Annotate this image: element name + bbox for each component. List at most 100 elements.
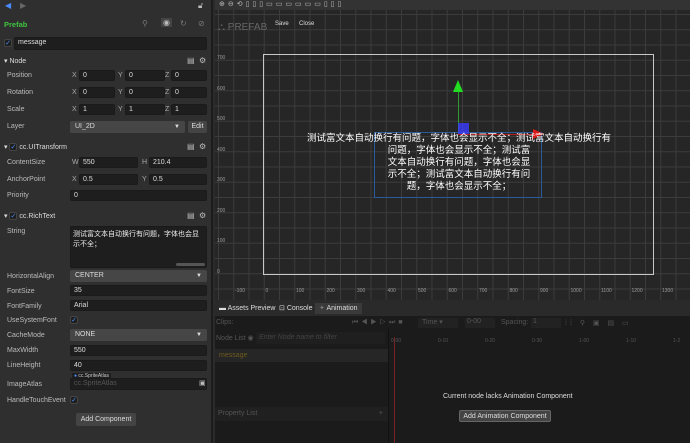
- image-atlas-field[interactable]: cc.SpriteAtlas: [70, 378, 207, 390]
- add-animation-component-button[interactable]: Add Animation Component: [459, 410, 551, 422]
- width-input[interactable]: 550: [79, 157, 138, 168]
- scene-view[interactable]: ⛬ PREFAB Save Close 700 600 500 400 300 200 10…: [215, 10, 690, 300]
- uitransform-header[interactable]: ▾ ✓ cc.UITransform: [4, 143, 67, 152]
- position-z-input[interactable]: 0: [171, 70, 207, 81]
- zoom-align-tools-icon[interactable]: ⊕⊖⟲▯▯▯▭▭▭▭▭▭▯▯▯: [219, 0, 344, 8]
- anchor-x-input[interactable]: 0.5: [79, 174, 138, 185]
- max-width-input[interactable]: 550: [70, 345, 207, 356]
- anchor-y-input[interactable]: 0.5: [149, 174, 207, 185]
- apply-icon[interactable]: ⊘: [198, 19, 205, 28]
- x-tick-label: 200: [326, 288, 335, 294]
- x-tick-label: 400: [387, 288, 396, 294]
- y-axis-arrow-icon[interactable]: [453, 80, 463, 92]
- animation-tools-icon[interactable]: ⁞⁞ ⚲ ▣ ▤ ▭: [565, 319, 632, 327]
- priority-input[interactable]: 0: [70, 190, 207, 201]
- gear-icon[interactable]: ⚙: [199, 56, 206, 65]
- node-section-header[interactable]: ▾ Node: [4, 57, 26, 65]
- x-tick-label: 1300: [662, 288, 674, 294]
- uitransform-enabled-checkbox[interactable]: ✓: [9, 143, 18, 152]
- close-button[interactable]: Close: [299, 21, 314, 27]
- x-tick-label: 800: [509, 288, 518, 294]
- tab-animation[interactable]: ✦ Animation: [315, 303, 362, 314]
- playback-controls-icon[interactable]: ⏮◀▶▷⏭■: [352, 319, 406, 327]
- position-y-input[interactable]: 0: [125, 70, 165, 81]
- rotation-z-input[interactable]: 0: [171, 87, 207, 98]
- cache-mode-select[interactable]: NONE ▼: [70, 329, 207, 341]
- node-name-input[interactable]: message: [14, 37, 207, 50]
- height-input[interactable]: 210.4: [149, 157, 207, 168]
- x-tick-label: 0: [265, 288, 269, 294]
- scale-z-input[interactable]: 1: [171, 104, 207, 115]
- font-size-input[interactable]: 35: [70, 285, 207, 296]
- richtext-header[interactable]: ▾ ✓ cc.RichText: [4, 212, 55, 221]
- node-active-checkbox[interactable]: ✓: [4, 39, 12, 47]
- x-tick-label: -100: [235, 288, 246, 294]
- priority-label: Priority: [7, 192, 29, 199]
- richtext-enabled-checkbox[interactable]: ✓: [9, 212, 18, 221]
- asset-picker-icon[interactable]: ▣: [199, 379, 206, 387]
- rotation-x-input[interactable]: 0: [79, 87, 115, 98]
- timeline-tick-label: 0-30: [532, 338, 543, 344]
- unlink-icon[interactable]: ⚲: [142, 19, 148, 28]
- gear-icon[interactable]: ⚙: [199, 142, 206, 151]
- playhead[interactable]: [394, 337, 395, 443]
- revert-icon[interactable]: ↻: [180, 19, 187, 28]
- use-system-font-checkbox[interactable]: ✓: [70, 316, 78, 324]
- rotation-y-input[interactable]: 0: [125, 87, 165, 98]
- node-list-item[interactable]: message: [215, 349, 388, 362]
- halign-value: CENTER: [75, 272, 104, 279]
- halign-label: HorizontalAlign: [7, 273, 55, 280]
- rotation-label: Rotation: [7, 89, 34, 96]
- spacing-label: Spacing:: [501, 319, 529, 326]
- axis-x-label: X: [72, 89, 77, 96]
- position-x-input[interactable]: 0: [79, 70, 115, 81]
- position-label: Position: [7, 72, 32, 79]
- doc-icon[interactable]: ▤: [187, 56, 195, 65]
- string-textarea[interactable]: 测试富文本自动换行有问题，字体也会显示不全；: [70, 226, 207, 268]
- halign-select[interactable]: CENTER ▼: [70, 270, 207, 282]
- x-tick-label: 900: [540, 288, 549, 294]
- node-filter-input[interactable]: Enter Node name to filter: [256, 332, 385, 344]
- back-arrow-icon[interactable]: ◀: [5, 1, 11, 10]
- spacing-input[interactable]: 1: [531, 318, 561, 328]
- y-tick-label: 400: [217, 146, 226, 153]
- x-tick-label: 600: [448, 288, 457, 294]
- lock-icon[interactable]: 🔓︎: [198, 1, 203, 11]
- property-list-label: Property List: [218, 410, 258, 417]
- forward-arrow-icon[interactable]: ▶: [20, 1, 26, 10]
- x-tick-label: 1100: [601, 288, 612, 294]
- gear-icon[interactable]: ⚙: [199, 211, 206, 220]
- font-family-input[interactable]: Arial: [70, 300, 207, 311]
- line-height-input[interactable]: 40: [70, 360, 207, 371]
- scale-y-input[interactable]: 1: [125, 104, 165, 115]
- add-component-button[interactable]: Add Component: [76, 413, 136, 426]
- textarea-scrollbar[interactable]: [176, 263, 205, 266]
- handle-touch-checkbox[interactable]: ✓: [70, 396, 78, 404]
- property-list-header: Property List +: [215, 407, 388, 421]
- tab-assets-preview[interactable]: ▬ Assets Preview: [215, 303, 279, 314]
- locate-icon[interactable]: ◉: [161, 18, 172, 27]
- font-family-label: FontFamily: [7, 303, 42, 310]
- anchor-point-label: AnchorPoint: [7, 176, 46, 183]
- save-button[interactable]: Save: [275, 21, 289, 27]
- time-select[interactable]: Time ▾: [418, 318, 458, 328]
- layer-select[interactable]: UI_2D ▼: [70, 121, 185, 133]
- scale-x-input[interactable]: 1: [79, 104, 115, 115]
- x-tick-label: 300: [357, 288, 366, 294]
- richtext-render: 测试富文本自动换行有问题，字体也会显示不全；测试富文本自动换行有 问题，字体也会…: [255, 133, 663, 193]
- add-property-icon[interactable]: +: [379, 410, 383, 417]
- doc-icon[interactable]: ▤: [187, 211, 195, 220]
- uitransform-title: cc.UITransform: [19, 144, 67, 151]
- x-tick-label: 100: [296, 288, 305, 294]
- axis-y-label: Y: [118, 72, 123, 79]
- layer-label: Layer: [7, 123, 25, 130]
- axis-z-label: Z: [165, 106, 170, 113]
- time-input[interactable]: 0-00: [465, 318, 495, 328]
- chevron-down-icon: ▼: [174, 124, 180, 130]
- doc-icon[interactable]: ▤: [187, 142, 195, 151]
- cache-mode-value: NONE: [75, 331, 96, 338]
- timeline-tick-label: 0-20: [485, 338, 496, 344]
- tab-label: Assets Preview: [227, 305, 276, 312]
- layer-edit-button[interactable]: Edit: [188, 121, 207, 133]
- tab-console[interactable]: ⊡ Console: [275, 303, 317, 314]
